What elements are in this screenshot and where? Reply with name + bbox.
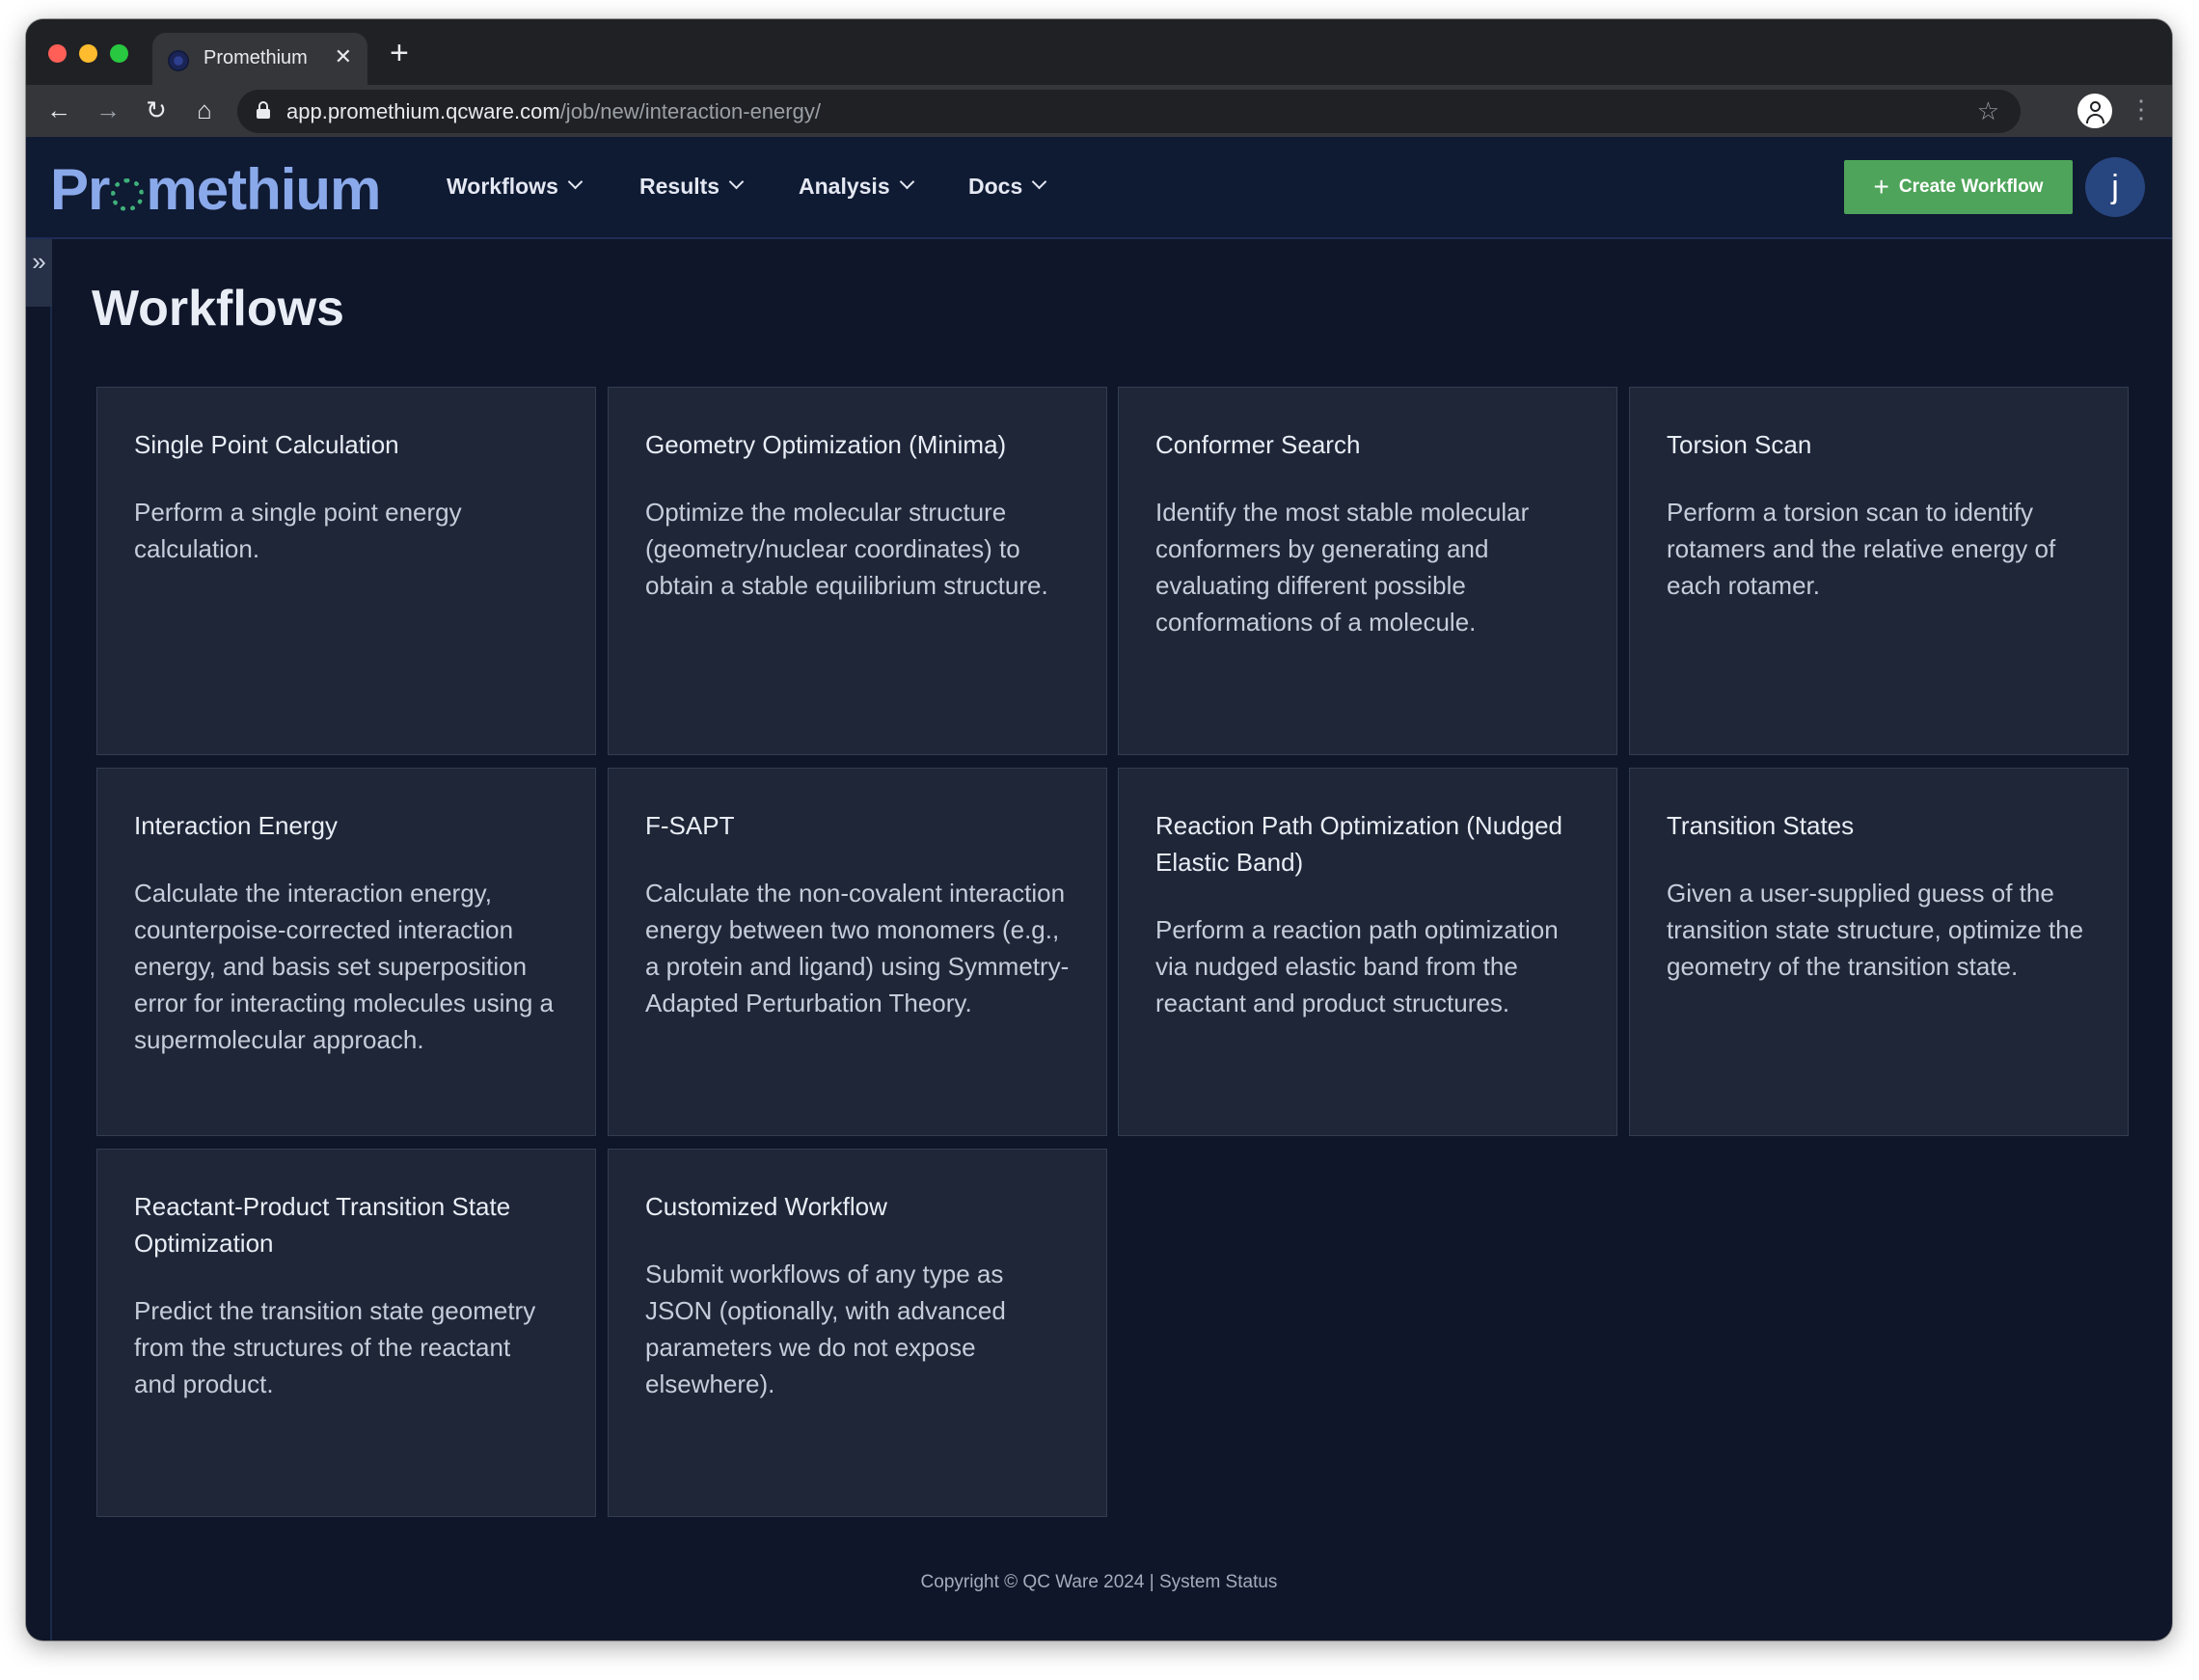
browser-tab-bar: Promethium ✕ + bbox=[26, 19, 2172, 85]
card-description: Given a user-supplied guess of the trans… bbox=[1667, 879, 2084, 981]
minimize-window-button[interactable] bbox=[79, 44, 97, 63]
card-description: Calculate the interaction energy, counte… bbox=[134, 879, 554, 1054]
card-title: Single Point Calculation bbox=[134, 430, 399, 459]
workflow-card-conformer-search[interactable]: Conformer Search Identify the most stabl… bbox=[1118, 387, 1617, 755]
chevron-down-icon bbox=[899, 174, 914, 190]
new-tab-button[interactable]: + bbox=[390, 37, 409, 69]
card-title: Interaction Energy bbox=[134, 811, 339, 840]
card-title: Conformer Search bbox=[1155, 430, 1361, 459]
footer-separator: | bbox=[1149, 1572, 1154, 1592]
workflow-card-single-point[interactable]: Single Point Calculation Perform a singl… bbox=[96, 387, 596, 755]
card-title: Transition States bbox=[1667, 811, 1855, 840]
card-title: Customized Workflow bbox=[645, 1192, 887, 1221]
address-bar[interactable]: app.promethium.qcware.com/job/new/intera… bbox=[237, 90, 2021, 133]
card-title: Reactant-Product Transition State Optimi… bbox=[134, 1192, 511, 1258]
back-arrow-icon[interactable]: ← bbox=[43, 95, 74, 125]
plus-icon: + bbox=[1873, 172, 1889, 202]
card-title: F-SAPT bbox=[645, 811, 735, 840]
nav-menu-results[interactable]: Results bbox=[639, 174, 745, 200]
chevron-down-icon bbox=[728, 174, 745, 190]
workflow-card-torsion-scan[interactable]: Torsion Scan Perform a torsion scan to i… bbox=[1629, 387, 2129, 755]
nav-menu-workflows[interactable]: Workflows bbox=[447, 174, 584, 200]
card-description: Optimize the molecular structure (geomet… bbox=[645, 498, 1048, 600]
card-description: Calculate the non-covalent interaction e… bbox=[645, 879, 1070, 1017]
system-status-link[interactable]: System Status bbox=[1159, 1572, 1278, 1592]
card-description: Identify the most stable molecular confo… bbox=[1155, 498, 1530, 637]
forward-arrow-icon[interactable]: → bbox=[93, 95, 123, 125]
browser-toolbar: ← → ↻ ⌂ app.promethium.qcware.com/job/ne… bbox=[26, 85, 2172, 137]
nav-menu-analysis[interactable]: Analysis bbox=[799, 174, 914, 200]
create-workflow-button[interactable]: + Create Workflow bbox=[1844, 160, 2073, 214]
reload-icon[interactable]: ↻ bbox=[141, 95, 172, 125]
expand-sidebar-icon[interactable]: » bbox=[26, 239, 52, 307]
url-text: app.promethium.qcware.com/job/new/intera… bbox=[286, 99, 821, 123]
collapsed-sidebar: » bbox=[26, 239, 52, 1640]
nav-menu-docs[interactable]: Docs bbox=[968, 174, 1047, 200]
workflow-card-geometry-optimization[interactable]: Geometry Optimization (Minima) Optimize … bbox=[608, 387, 1107, 755]
card-description: Perform a torsion scan to identify rotam… bbox=[1667, 498, 2056, 600]
card-title: Reaction Path Optimization (Nudged Elast… bbox=[1155, 811, 1563, 877]
chevron-down-icon bbox=[567, 174, 584, 190]
chevron-down-icon bbox=[1031, 174, 1047, 190]
card-description: Perform a single point energy calculatio… bbox=[134, 498, 462, 563]
workflow-card-interaction-energy[interactable]: Interaction Energy Calculate the interac… bbox=[96, 768, 596, 1136]
workflow-card-f-sapt[interactable]: F-SAPT Calculate the non-covalent intera… bbox=[608, 768, 1107, 1136]
card-description: Submit workflows of any type as JSON (op… bbox=[645, 1260, 1006, 1398]
favicon-icon bbox=[168, 50, 189, 71]
workflow-card-reactant-product-ts[interactable]: Reactant-Product Transition State Optimi… bbox=[96, 1149, 596, 1517]
footer: Copyright © QC Ware 2024 | System Status bbox=[26, 1572, 2172, 1593]
workflow-card-customized[interactable]: Customized Workflow Submit workflows of … bbox=[608, 1149, 1107, 1517]
browser-window: Promethium ✕ + ← → ↻ ⌂ app.promethium.qc… bbox=[26, 19, 2172, 1640]
card-description: Predict the transition state geometry fr… bbox=[134, 1296, 536, 1398]
copyright-text: Copyright © QC Ware 2024 bbox=[920, 1572, 1145, 1592]
maximize-window-button[interactable] bbox=[110, 44, 128, 63]
lock-icon bbox=[257, 101, 270, 119]
card-description: Perform a reaction path optimization via… bbox=[1155, 915, 1559, 1017]
promethium-logo[interactable]: Pr methium bbox=[50, 156, 381, 223]
profile-icon[interactable] bbox=[2076, 92, 2114, 130]
app-header: Pr methium Workflows Results Analysis Doc… bbox=[26, 137, 2172, 239]
home-icon[interactable]: ⌂ bbox=[189, 95, 220, 125]
browser-tab[interactable]: Promethium ✕ bbox=[152, 33, 367, 85]
workflow-card-transition-states[interactable]: Transition States Given a user-supplied … bbox=[1629, 768, 2129, 1136]
card-title: Geometry Optimization (Minima) bbox=[645, 430, 1007, 459]
card-title: Torsion Scan bbox=[1667, 430, 1812, 459]
tab-title: Promethium bbox=[204, 47, 308, 68]
kebab-menu-icon[interactable]: ⋮ bbox=[2129, 94, 2154, 124]
page-title: Workflows bbox=[92, 281, 344, 337]
workflow-card-reaction-path[interactable]: Reaction Path Optimization (Nudged Elast… bbox=[1118, 768, 1617, 1136]
tab-close-icon[interactable]: ✕ bbox=[335, 44, 352, 69]
logo-atom-icon bbox=[111, 178, 145, 211]
close-window-button[interactable] bbox=[48, 44, 67, 63]
bookmark-star-icon[interactable]: ☆ bbox=[1977, 96, 1999, 126]
user-avatar[interactable]: j bbox=[2085, 157, 2145, 217]
